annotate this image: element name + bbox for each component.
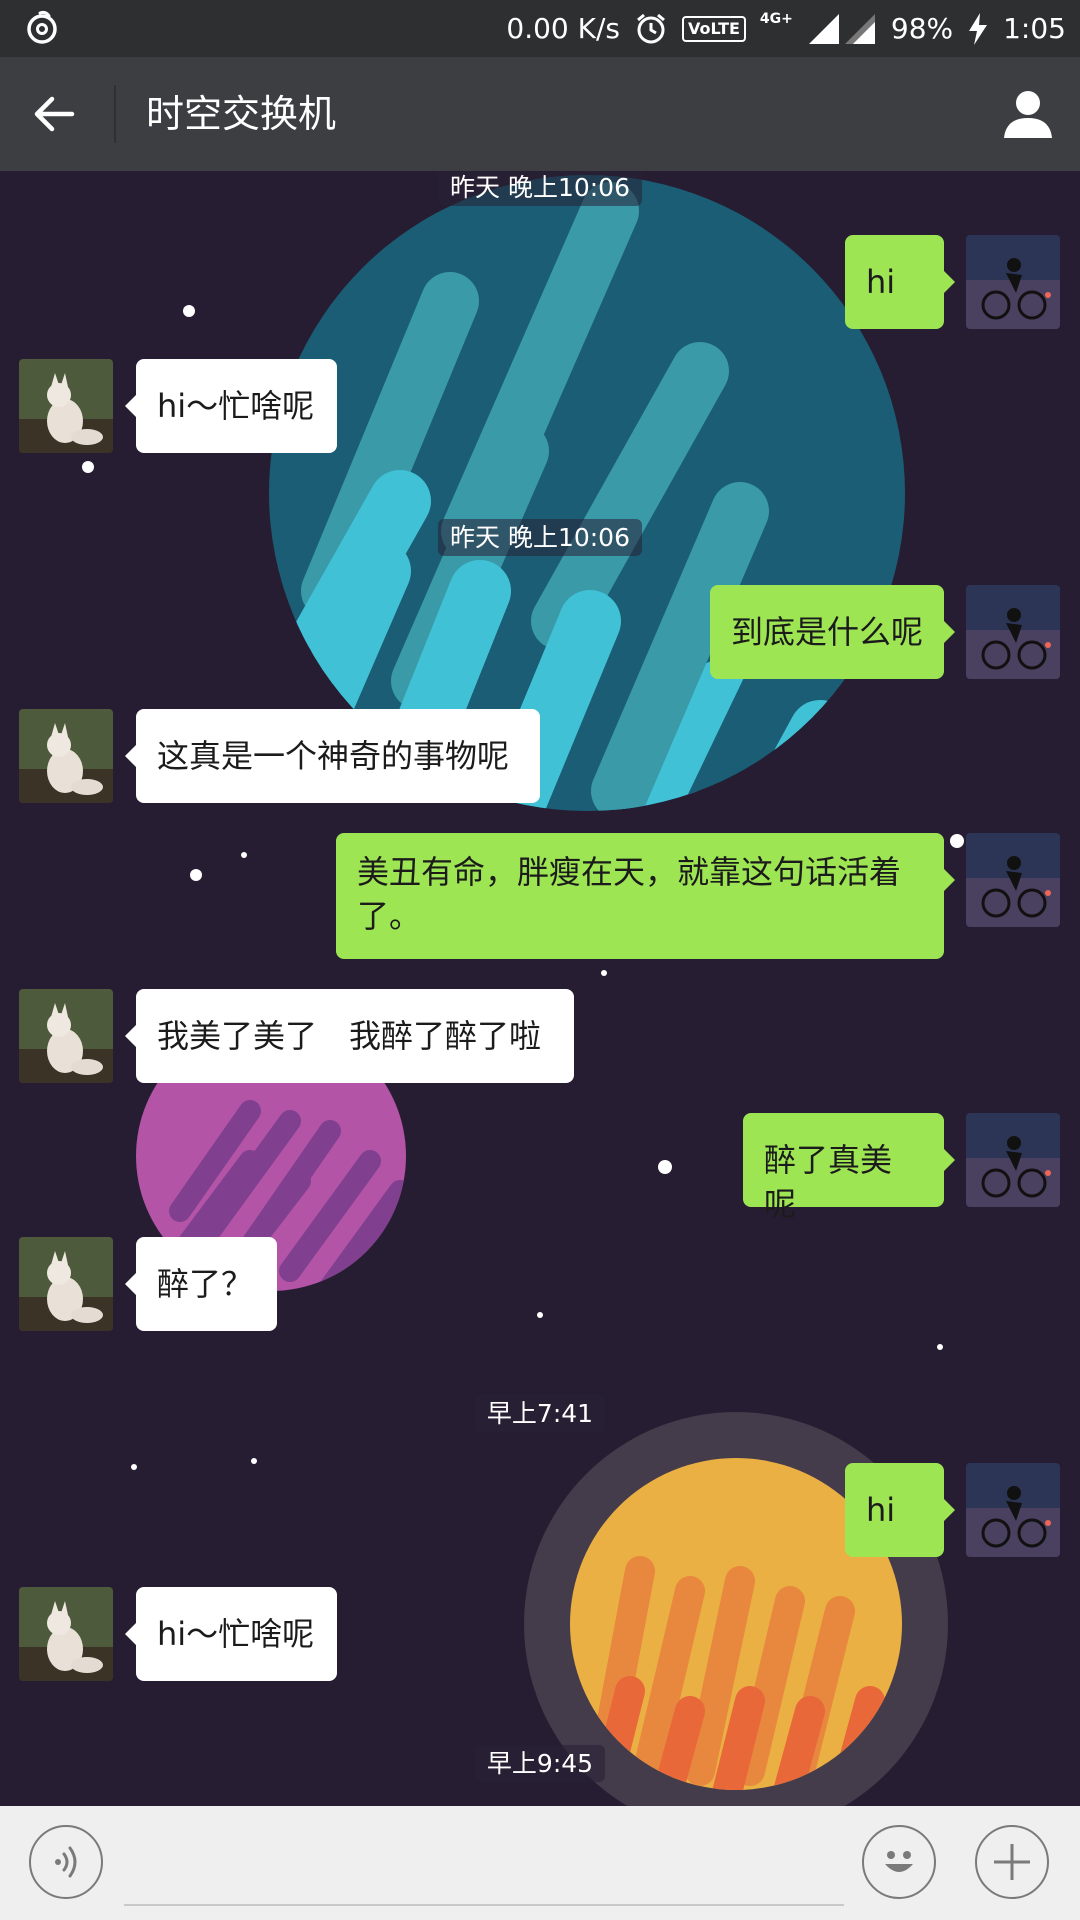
message-incoming[interactable]: 醉了？ [125, 1237, 277, 1331]
title-divider [114, 85, 116, 143]
person-icon [1004, 91, 1052, 138]
signal-icon [808, 13, 875, 44]
cyclist-avatar [966, 235, 1060, 329]
charging-icon [969, 12, 988, 45]
contact-avatar[interactable] [19, 1587, 113, 1681]
message-outgoing[interactable]: 美丑有命，胖瘦在天，就靠这句话活着了。 [336, 833, 955, 959]
timestamp: 昨天 晚上10:06 [0, 518, 1080, 556]
message-incoming[interactable]: hi～忙啥呢 [125, 359, 337, 453]
contact-avatar[interactable] [19, 709, 113, 803]
network-speed: 0.00 K/s [506, 12, 621, 45]
contact-avatar[interactable] [19, 989, 113, 1083]
message-outgoing[interactable]: hi [845, 235, 955, 329]
more-button[interactable] [975, 1825, 1049, 1899]
netease-music-icon [27, 10, 57, 44]
timestamp: 昨天 晚上10:06 [0, 171, 1080, 206]
contact-avatar[interactable] [19, 1237, 113, 1331]
fox-avatar [19, 1587, 113, 1681]
fox-avatar [19, 989, 113, 1083]
my-avatar[interactable] [966, 585, 1060, 679]
message-incoming[interactable]: 这真是一个神奇的事物呢 [125, 709, 540, 803]
network-type: 4G+ [759, 10, 793, 27]
chat-info-button[interactable] [996, 82, 1060, 146]
message-incoming[interactable]: hi～忙啥呢 [125, 1587, 337, 1681]
title-bar: 时空交换机 [0, 57, 1080, 171]
timestamp: 早上9:45 [0, 1744, 1080, 1782]
message-outgoing[interactable]: 到底是什么呢 [710, 585, 955, 679]
alarm-icon [637, 13, 665, 43]
my-avatar[interactable] [966, 235, 1060, 329]
page-title: 时空交换机 [146, 92, 337, 136]
voice-icon [55, 1846, 77, 1878]
clock: 1:05 [1003, 12, 1066, 45]
timestamp: 早上7:41 [0, 1394, 1080, 1432]
message-input[interactable] [124, 1826, 844, 1906]
message-outgoing[interactable]: hi [845, 1463, 955, 1557]
back-button[interactable] [24, 84, 84, 144]
battery-level: 98% [890, 12, 954, 45]
cyclist-avatar [966, 585, 1060, 679]
status-bar: 0.00 K/s VoLTE 4G+ 98% 1:05 [0, 0, 1080, 57]
chat-screen: 0.00 K/s VoLTE 4G+ 98% 1:05 时空交换机 昨天 晚上1… [0, 0, 1080, 1920]
cyclist-avatar [966, 833, 1060, 927]
volte-badge: VoLTE [682, 15, 746, 42]
message-list[interactable]: 昨天 晚上10:06 hi hi～忙啥呢 昨天 晚上10:06 到底是什么呢 这… [0, 171, 1080, 1806]
input-bar [0, 1806, 1080, 1920]
fox-avatar [19, 709, 113, 803]
fox-avatar [19, 1237, 113, 1331]
voice-button[interactable] [29, 1825, 103, 1899]
my-avatar[interactable] [966, 1113, 1060, 1207]
cyclist-avatar [966, 1463, 1060, 1557]
smiley-icon [885, 1851, 913, 1872]
my-avatar[interactable] [966, 1463, 1060, 1557]
message-incoming[interactable]: 我美了美了 我醉了醉了啦 [125, 989, 574, 1083]
my-avatar[interactable] [966, 833, 1060, 927]
fox-avatar [19, 359, 113, 453]
plus-icon [994, 1844, 1030, 1880]
contact-avatar[interactable] [19, 359, 113, 453]
cyclist-avatar [966, 1113, 1060, 1207]
emoji-button[interactable] [862, 1825, 936, 1899]
message-outgoing[interactable]: 醉了真美呢 [743, 1113, 955, 1223]
arrow-left-icon [34, 96, 75, 132]
